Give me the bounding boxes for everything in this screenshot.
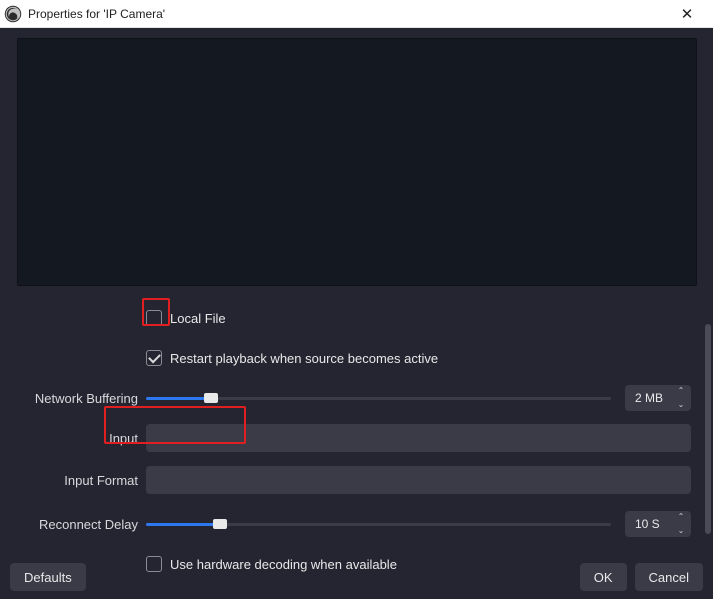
properties-form: Local File Restart playback when source … [8, 304, 705, 578]
reconnect-delay-label: Reconnect Delay [18, 517, 146, 532]
input-field[interactable] [146, 424, 691, 452]
input-format-field[interactable] [146, 466, 691, 494]
local-file-label: Local File [170, 311, 226, 326]
reconnect-delay-spin[interactable]: 10 S ⌃ ⌄ [625, 511, 691, 537]
chevron-up-icon[interactable]: ⌃ [675, 387, 687, 395]
chevron-up-icon[interactable]: ⌃ [675, 513, 687, 521]
network-buffering-spin[interactable]: 2 MB ⌃ ⌄ [625, 385, 691, 411]
restart-playback-label: Restart playback when source becomes act… [170, 351, 438, 366]
scrollbar[interactable] [705, 324, 711, 534]
dialog-footer: Defaults OK Cancel [0, 555, 713, 599]
network-buffering-value: 2 MB [635, 391, 663, 405]
cancel-button[interactable]: Cancel [635, 563, 703, 591]
chevron-down-icon[interactable]: ⌄ [675, 527, 687, 535]
close-icon[interactable]: ✕ [667, 5, 707, 23]
local-file-checkbox[interactable] [146, 310, 162, 326]
chevron-down-icon[interactable]: ⌄ [675, 401, 687, 409]
ok-button[interactable]: OK [580, 563, 627, 591]
obs-icon [4, 5, 22, 23]
restart-playback-checkbox[interactable] [146, 350, 162, 366]
input-format-label: Input Format [18, 473, 146, 488]
dialog-body: Local File Restart playback when source … [0, 28, 713, 599]
titlebar: Properties for 'IP Camera' ✕ [0, 0, 713, 28]
reconnect-delay-slider[interactable] [146, 516, 611, 532]
source-preview [17, 38, 697, 286]
network-buffering-slider[interactable] [146, 390, 611, 406]
network-buffering-label: Network Buffering [18, 391, 146, 406]
input-label: Input [18, 431, 146, 446]
reconnect-delay-value: 10 S [635, 517, 660, 531]
window-title: Properties for 'IP Camera' [28, 7, 667, 21]
defaults-button[interactable]: Defaults [10, 563, 86, 591]
